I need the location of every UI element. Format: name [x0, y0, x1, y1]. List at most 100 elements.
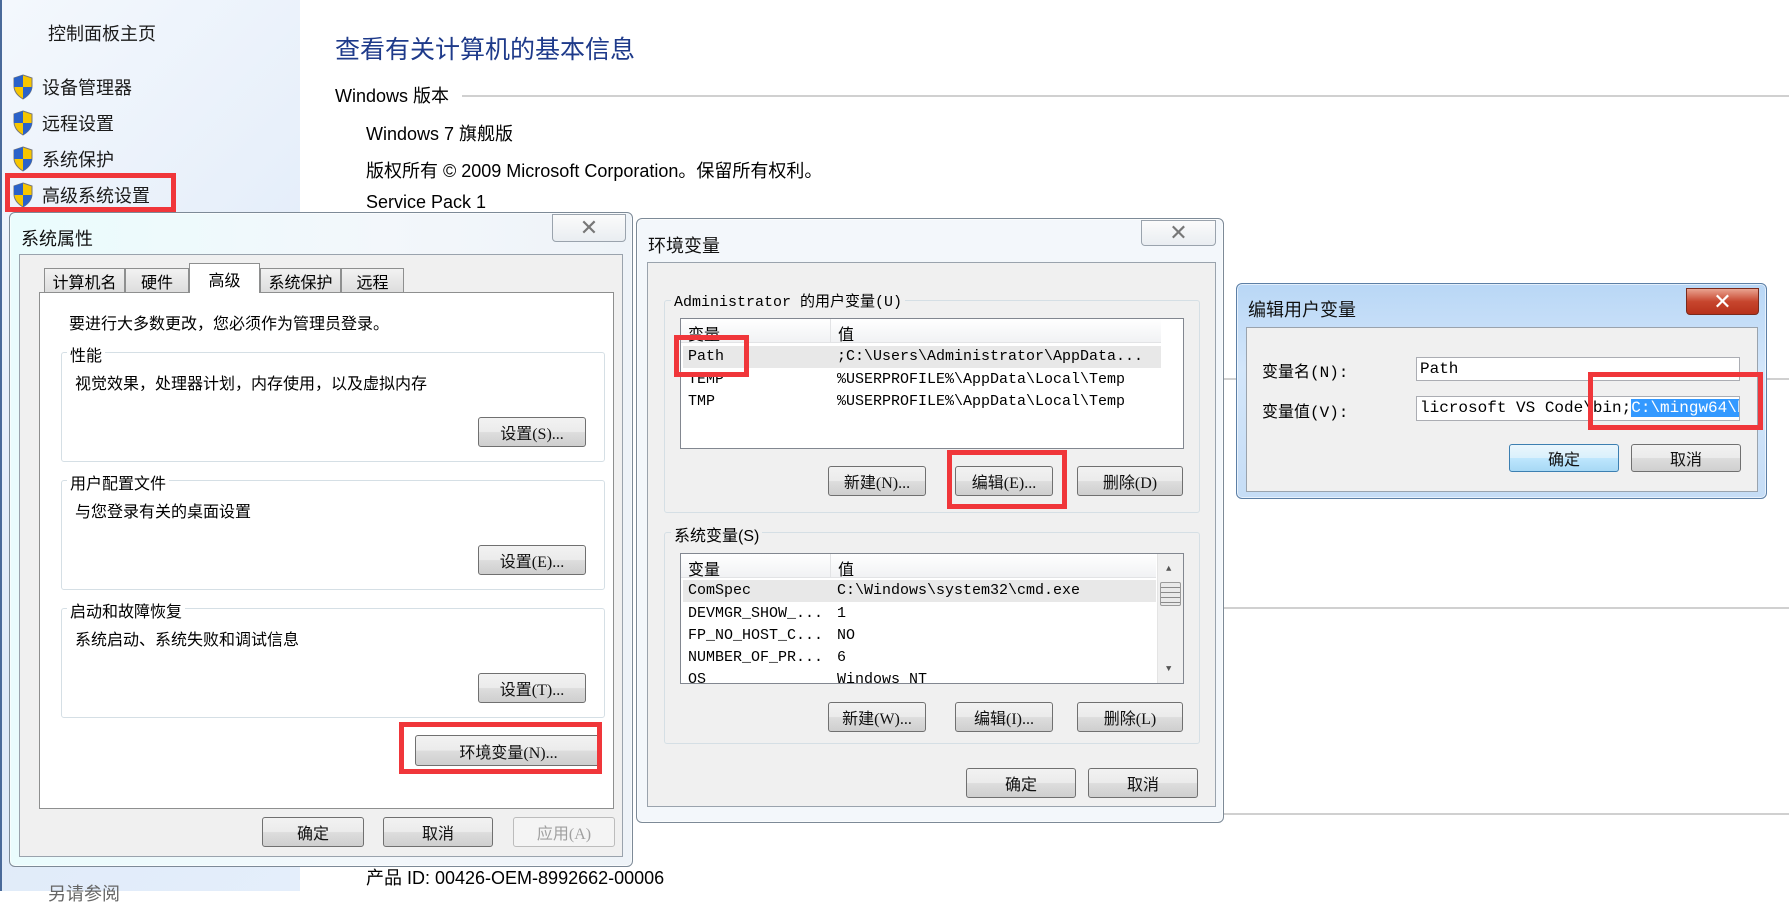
- sidebar-item-label: 远程设置: [42, 114, 114, 134]
- close-button[interactable]: ✕: [1686, 288, 1759, 315]
- sidebar-item-label: 高级系统设置: [42, 186, 150, 206]
- group-description: 系统启动、系统失败和调试信息: [75, 632, 300, 649]
- close-icon: ✕: [579, 215, 599, 240]
- tab-hardware[interactable]: 硬件: [125, 268, 189, 293]
- table-row[interactable]: TMP %USERPROFILE%\AppData\Local\Temp: [683, 391, 1161, 413]
- section-divider: [1224, 607, 1789, 609]
- table-row[interactable]: DEVMGR_SHOW_... 1: [683, 603, 1156, 625]
- ok-button[interactable]: 确定: [262, 817, 364, 847]
- system-delete-button[interactable]: 删除(L): [1077, 702, 1183, 732]
- table-row[interactable]: TEMP %USERPROFILE%\AppData\Local\Temp: [683, 369, 1161, 391]
- user-variables-list[interactable]: 变量 值 Path ;C:\Users\Administrator\AppDat…: [680, 318, 1184, 449]
- variable-name-label: 变量名(N):: [1262, 364, 1349, 382]
- column-divider[interactable]: [830, 319, 831, 343]
- close-button[interactable]: ✕: [552, 214, 626, 242]
- tab-remote[interactable]: 远程: [341, 268, 404, 293]
- system-edit-button[interactable]: 编辑(I)...: [955, 702, 1053, 732]
- sidebar-item-system-protection[interactable]: 系统保护: [12, 146, 114, 172]
- group-label: Administrator 的用户变量(U): [671, 290, 906, 311]
- see-also-heading: 另请参阅: [48, 884, 120, 904]
- variable-name: TMP: [688, 393, 716, 410]
- table-row[interactable]: NUMBER_OF_PR... 6: [683, 647, 1156, 669]
- scroll-up-arrow-icon[interactable]: ▲: [1166, 564, 1171, 574]
- uac-shield-icon: [13, 110, 33, 136]
- admin-notice: 要进行大多数更改，您必须作为管理员登录。: [69, 316, 390, 333]
- cancel-button[interactable]: 取消: [1088, 768, 1198, 798]
- sidebar-item-advanced-settings[interactable]: 高级系统设置: [12, 182, 150, 208]
- variable-name: FP_NO_HOST_C...: [688, 627, 824, 644]
- user-new-button[interactable]: 新建(N)...: [828, 466, 926, 496]
- variable-value-input[interactable]: licrosoft VS Code\bin;C:\mingw64\bin: [1416, 396, 1740, 421]
- control-panel-home-link[interactable]: 控制面板主页: [48, 20, 156, 46]
- sidebar-item-remote-settings[interactable]: 远程设置: [12, 110, 114, 136]
- table-row[interactable]: FP_NO_HOST_C... NO: [683, 625, 1156, 647]
- environment-variables-button[interactable]: 环境变量(N)...: [415, 735, 602, 766]
- dialog-title: 系统属性: [21, 229, 93, 249]
- service-pack: Service Pack 1: [366, 192, 487, 212]
- ok-button[interactable]: 确定: [1509, 444, 1619, 472]
- vertical-scrollbar[interactable]: ▲ ▼: [1157, 554, 1183, 683]
- sidebar-item-device-manager[interactable]: 设备管理器: [12, 74, 132, 100]
- group-performance: 性能 视觉效果，处理器计划，内存使用，以及虚拟内存 设置(S)...: [61, 342, 605, 462]
- group-description: 视觉效果，处理器计划，内存使用，以及虚拟内存: [75, 376, 428, 393]
- variable-value: C:\Windows\system32\cmd.exe: [837, 582, 1081, 599]
- group-label: 性能: [67, 342, 106, 366]
- table-row[interactable]: OS Windows_NT: [683, 669, 1156, 684]
- close-icon: ✕: [1169, 220, 1188, 245]
- user-edit-button[interactable]: 编辑(E)...: [955, 466, 1053, 496]
- scroll-down-arrow-icon[interactable]: ▼: [1166, 664, 1171, 674]
- variable-value: Windows_NT: [837, 671, 928, 684]
- close-button[interactable]: ✕: [1141, 220, 1216, 246]
- variable-name: OS: [688, 671, 707, 684]
- list-header: 变量 值: [681, 554, 1156, 580]
- system-variables-list[interactable]: 变量 值 ComSpec C:\Windows\system32\cmd.exe…: [680, 553, 1184, 684]
- tab-computer-name[interactable]: 计算机名: [44, 268, 125, 293]
- variable-value: 6: [837, 649, 847, 666]
- system-properties-dialog: 系统属性 ✕ 计算机名 硬件 高级 系统保护 远程 要进行大多数更改，您必须作为…: [9, 212, 633, 867]
- cancel-button[interactable]: 取消: [1631, 444, 1741, 472]
- close-icon: ✕: [1713, 288, 1732, 314]
- scroll-thumb[interactable]: [1160, 582, 1181, 606]
- windows-edition: Windows 7 旗舰版: [366, 124, 514, 144]
- column-header-value[interactable]: 值: [838, 556, 854, 580]
- tab-strip: 计算机名 硬件 高级 系统保护 远程: [30, 263, 615, 293]
- variable-name: Path: [688, 348, 725, 365]
- variable-name: DEVMGR_SHOW_...: [688, 605, 824, 622]
- system-new-button[interactable]: 新建(W)...: [828, 702, 926, 732]
- column-header-variable[interactable]: 变量: [688, 556, 720, 580]
- edit-user-variable-dialog: 编辑用户变量 ✕ 变量名(N): Path 变量值(V): licrosoft …: [1236, 283, 1767, 499]
- user-delete-button[interactable]: 删除(D): [1077, 466, 1183, 496]
- variable-value: ;C:\Users\Administrator\AppData...: [837, 348, 1144, 365]
- table-row-selected[interactable]: Path ;C:\Users\Administrator\AppData...: [683, 346, 1161, 368]
- group-system-variables: 系统变量(S) 变量 值 ComSpec C:\Windows\system32…: [664, 522, 1200, 744]
- uac-shield-icon: [13, 182, 33, 208]
- variable-value: %USERPROFILE%\AppData\Local\Temp: [837, 371, 1126, 388]
- tab-system-protection[interactable]: 系统保护: [260, 268, 341, 293]
- tab-advanced[interactable]: 高级: [189, 263, 260, 293]
- table-row-selected[interactable]: ComSpec C:\Windows\system32\cmd.exe: [683, 580, 1156, 602]
- page-title: 查看有关计算机的基本信息: [335, 36, 636, 64]
- user-profiles-settings-button[interactable]: 设置(E)...: [478, 545, 586, 575]
- group-label: 用户配置文件: [67, 470, 170, 494]
- variable-value-label: 变量值(V):: [1262, 404, 1349, 422]
- startup-recovery-settings-button[interactable]: 设置(T)...: [478, 673, 586, 703]
- column-divider[interactable]: [830, 554, 831, 578]
- group-description: 与您登录有关的桌面设置: [75, 504, 252, 521]
- section-divider: [462, 95, 1789, 97]
- variable-value: %USERPROFILE%\AppData\Local\Temp: [837, 393, 1126, 410]
- performance-settings-button[interactable]: 设置(S)...: [478, 417, 586, 447]
- copyright-text: 版权所有 © 2009 Microsoft Corporation。保留所有权利…: [366, 161, 823, 181]
- variable-name-input[interactable]: Path: [1416, 357, 1740, 381]
- section-divider: [1224, 813, 1789, 815]
- column-header-value[interactable]: 值: [838, 321, 854, 345]
- uac-shield-icon: [13, 74, 33, 100]
- sidebar-item-label: 设备管理器: [42, 78, 132, 98]
- column-header-variable[interactable]: 变量: [688, 321, 720, 345]
- tab-panel-advanced: 要进行大多数更改，您必须作为管理员登录。 性能 视觉效果，处理器计划，内存使用，…: [39, 292, 614, 809]
- uac-shield-icon: [13, 146, 33, 172]
- ok-button[interactable]: 确定: [966, 768, 1076, 798]
- cancel-button[interactable]: 取消: [383, 817, 493, 847]
- apply-button[interactable]: 应用(A): [513, 817, 615, 847]
- variable-value: NO: [837, 627, 856, 644]
- group-startup-recovery: 启动和故障恢复 系统启动、系统失败和调试信息 设置(T)...: [61, 598, 605, 718]
